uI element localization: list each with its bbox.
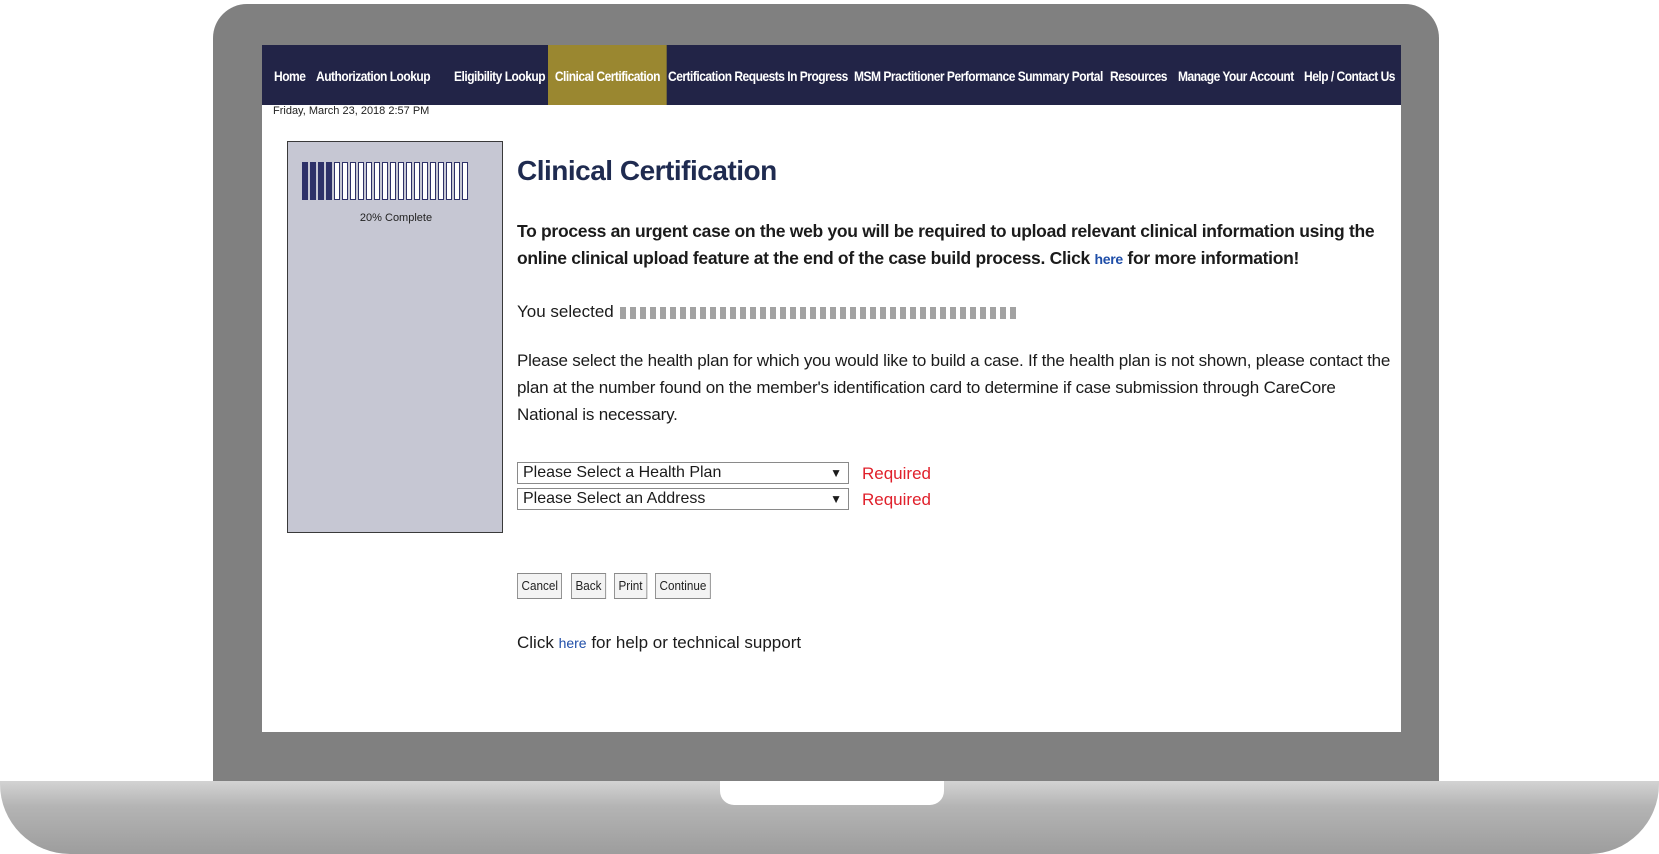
address-required-label: Required — [862, 490, 931, 509]
nav-item-eligibility-lookup[interactable]: Eligibility Lookup — [448, 45, 551, 105]
progress-bar — [302, 162, 470, 200]
progress-label: 20% Complete — [359, 212, 433, 224]
dropdown-arrow-icon: ▼ — [830, 466, 842, 480]
nav-item-manage-your-account[interactable]: Manage Your Account — [1172, 45, 1300, 105]
page-title: Clinical Certification — [517, 155, 777, 186]
progress-segment — [446, 162, 452, 200]
laptop-notch — [720, 781, 944, 805]
health-plan-select-value: Please Select a Health Plan — [523, 464, 722, 481]
progress-segment — [350, 162, 356, 200]
instructions-text: Please select the health plan for which … — [517, 351, 1391, 424]
progress-segment — [382, 162, 388, 200]
urgent-case-notice: To process an urgent case on the web you… — [517, 218, 1397, 273]
progress-segment — [326, 162, 332, 200]
progress-segment — [398, 162, 404, 200]
progress-segment — [358, 162, 364, 200]
selected-provider-line: You selected — [517, 302, 1020, 322]
progress-segment — [342, 162, 348, 200]
nav-item-resources[interactable]: Resources — [1104, 45, 1173, 105]
health-plan-select[interactable]: Please Select a Health Plan ▼ — [517, 462, 849, 484]
progress-segment — [414, 162, 420, 200]
more-info-link[interactable]: here — [1095, 251, 1124, 267]
screen: Home Authorization Lookup Eligibility Lo… — [262, 45, 1401, 732]
progress-segment — [366, 162, 372, 200]
notice-text-end: for more information! — [1122, 248, 1300, 268]
progress-segment — [334, 162, 340, 200]
continue-button[interactable]: Continue — [655, 573, 711, 599]
selected-prefix: You selected — [517, 302, 614, 321]
nav-item-home[interactable]: Home — [268, 45, 311, 105]
health-plan-required-label: Required — [862, 464, 931, 483]
redacted-provider-info — [619, 306, 1020, 319]
nav-item-clinical-certification[interactable]: Clinical Certification — [548, 45, 667, 105]
back-button[interactable]: Back — [571, 573, 607, 599]
progress-segment — [310, 162, 316, 200]
progress-segment — [406, 162, 412, 200]
dropdown-arrow-icon: ▼ — [830, 492, 842, 506]
progress-segment — [462, 162, 468, 200]
action-buttons: Cancel Back Print Continue — [517, 573, 717, 599]
address-select[interactable]: Please Select an Address ▼ — [517, 488, 849, 510]
help-text: Click — [517, 633, 559, 652]
nav-item-help-contact-us[interactable]: Help / Contact Us — [1298, 45, 1401, 105]
progress-segment — [318, 162, 324, 200]
progress-segment — [390, 162, 396, 200]
nav-item-authorization-lookup[interactable]: Authorization Lookup — [310, 45, 436, 105]
progress-panel: 20% Complete — [287, 141, 503, 533]
print-button[interactable]: Print — [614, 573, 648, 599]
progress-segment — [438, 162, 444, 200]
progress-segment — [454, 162, 460, 200]
current-datetime: Friday, March 23, 2018 2:57 PM — [273, 105, 430, 117]
progress-segment — [430, 162, 436, 200]
help-support-link[interactable]: here — [559, 635, 587, 651]
nav-item-certification-requests-in-progress[interactable]: Certification Requests In Progress — [662, 45, 854, 105]
help-text-end: for help or technical support — [586, 633, 802, 652]
progress-segment — [302, 162, 308, 200]
top-nav: Home Authorization Lookup Eligibility Lo… — [262, 45, 1401, 105]
help-support-line: Click here for help or technical support — [517, 633, 801, 653]
nav-item-msm-practitioner-portal[interactable]: MSM Practitioner Performance Summary Por… — [848, 45, 1109, 105]
address-select-value: Please Select an Address — [523, 490, 706, 507]
cancel-button[interactable]: Cancel — [517, 573, 563, 599]
progress-segment — [422, 162, 428, 200]
progress-segment — [374, 162, 380, 200]
